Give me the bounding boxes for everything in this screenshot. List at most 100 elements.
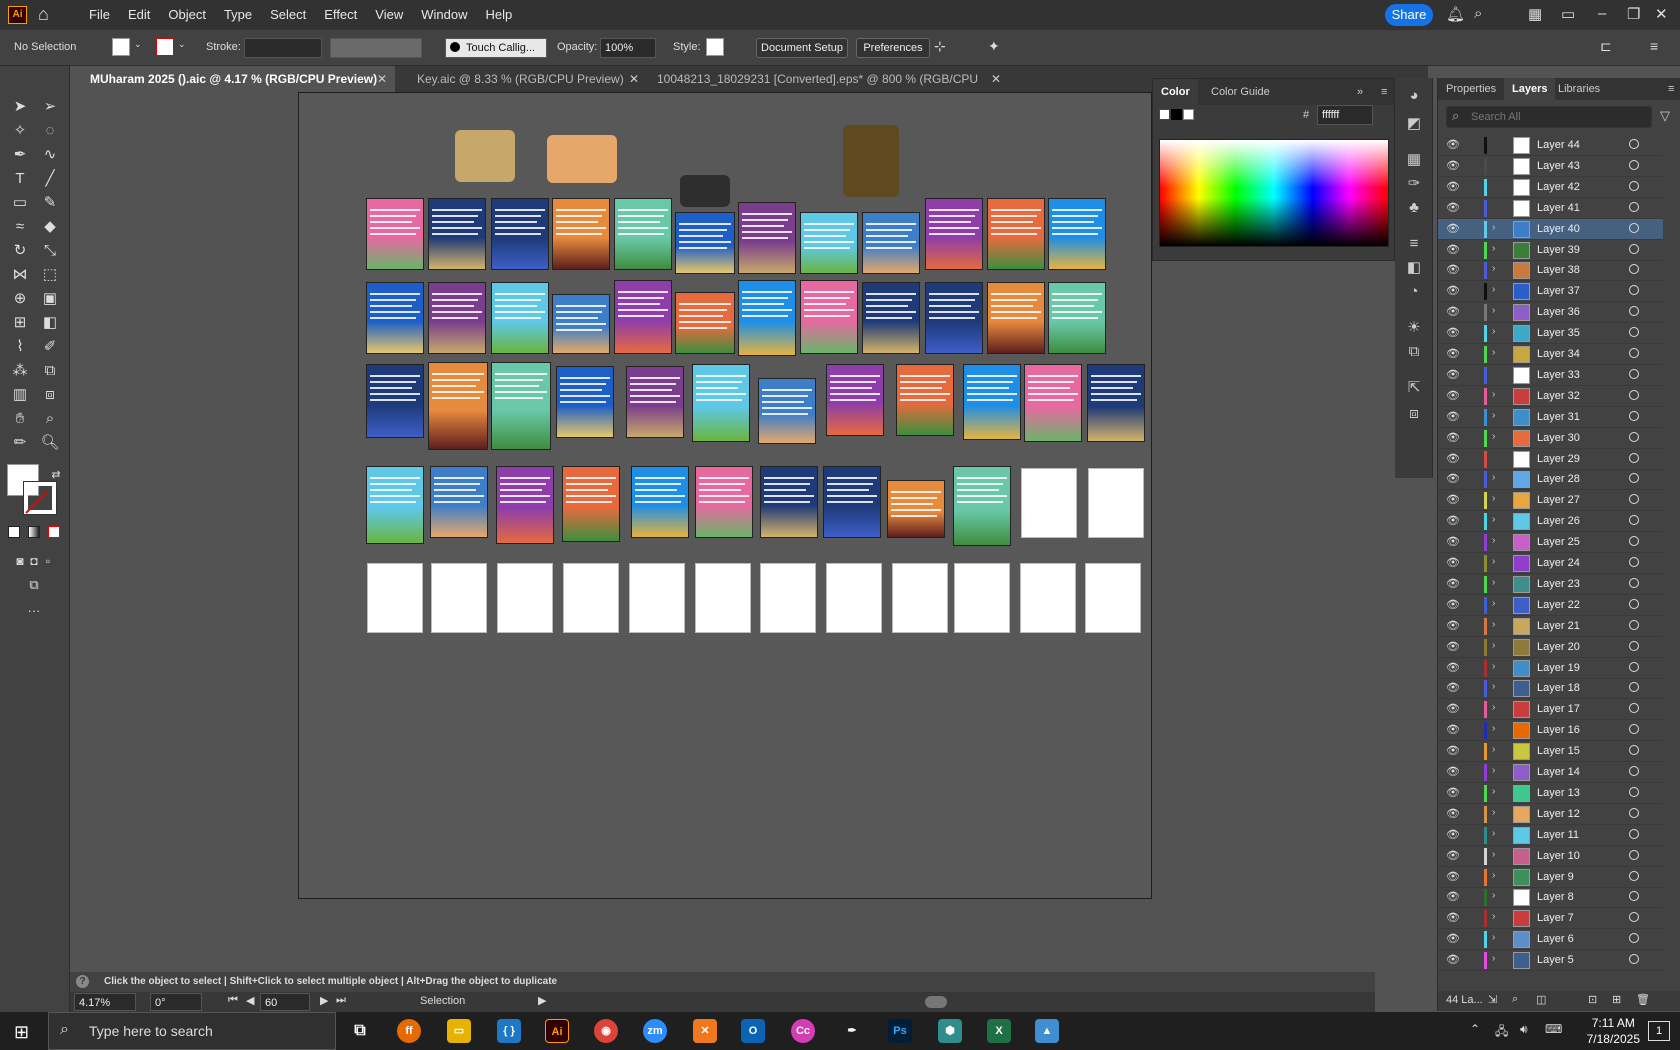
poster-card[interactable] [823, 466, 881, 538]
target-circle-icon[interactable] [1629, 745, 1639, 756]
free-transform-icon[interactable]: ⬚ [38, 264, 62, 286]
poster-card[interactable] [675, 292, 735, 354]
target-circle-icon[interactable] [1629, 828, 1639, 839]
color-guide-icon[interactable]: ◩ [1404, 114, 1424, 134]
eye-icon[interactable]: 👁︎ [1446, 619, 1460, 632]
swap-colors-icon[interactable]: ⇄ [44, 464, 68, 486]
tab-properties[interactable]: Properties [1438, 78, 1504, 100]
eye-icon[interactable]: 👁︎ [1446, 347, 1460, 360]
none-mode-icon[interactable] [48, 526, 60, 538]
arrange-icon[interactable]: ▭ [1561, 5, 1575, 23]
target-circle-icon[interactable] [1629, 682, 1639, 693]
eye-icon[interactable]: 👁︎ [1446, 807, 1460, 820]
menu-type[interactable]: Type [215, 0, 261, 30]
target-circle-icon[interactable] [1629, 954, 1639, 965]
layer-row[interactable]: 👁︎ › Layer 39 [1438, 240, 1663, 261]
export-icon[interactable]: ⇱ [1404, 378, 1424, 398]
layer-row[interactable]: 👁︎ › Layer 9 [1438, 867, 1663, 888]
poster-card[interactable] [925, 198, 983, 270]
empty-artboard[interactable] [954, 563, 1010, 633]
target-circle-icon[interactable] [1629, 640, 1639, 651]
layer-row[interactable]: 👁︎ › Layer 16 [1438, 720, 1663, 742]
chevron-right-icon[interactable]: › [1492, 431, 1495, 442]
eye-icon[interactable]: 👁︎ [1446, 786, 1460, 799]
layer-row[interactable]: 👁︎ Layer 42 [1438, 177, 1663, 198]
layer-row[interactable]: 👁︎ › Layer 17 [1438, 699, 1663, 721]
poster-card[interactable] [366, 364, 424, 438]
pen-tool-icon[interactable]: ✒ [8, 144, 32, 166]
poster-card[interactable] [428, 282, 486, 354]
search-icon[interactable]: ⌕ [1474, 5, 1482, 22]
next-artboard-icon[interactable]: ▶ [320, 994, 328, 1007]
poster-card[interactable] [987, 198, 1045, 270]
network-icon[interactable]: 🖧︎ [1495, 1022, 1508, 1043]
taskbar-search[interactable]: Type here to search [48, 1012, 336, 1050]
taskbar-clock[interactable]: 7:11 AM 7/18/2025 [1587, 1015, 1640, 1047]
layer-row[interactable]: 👁︎ › Layer 35 [1438, 323, 1663, 345]
color-spectrum[interactable] [1159, 139, 1389, 247]
eye-icon[interactable]: 👁︎ [1446, 911, 1460, 924]
magic-wand-icon[interactable]: ✧ [8, 120, 32, 142]
target-circle-icon[interactable] [1629, 389, 1639, 400]
layer-row[interactable]: 👁︎ › Layer 13 [1438, 783, 1663, 804]
target-circle-icon[interactable] [1629, 661, 1639, 672]
layer-row[interactable]: 👁︎ › Layer 5 [1438, 950, 1663, 972]
layer-row[interactable]: 👁︎ › Layer 15 [1438, 741, 1663, 763]
target-circle-icon[interactable] [1629, 327, 1639, 338]
menu-help[interactable]: Help [476, 0, 521, 30]
empty-artboard[interactable] [892, 563, 948, 633]
eye-icon[interactable]: 👁︎ [1446, 431, 1460, 444]
layer-row[interactable]: 👁︎ › Layer 19 [1438, 658, 1663, 679]
chevron-right-icon[interactable]: › [1492, 640, 1495, 651]
poster-card[interactable] [1087, 364, 1145, 442]
chevron-right-icon[interactable]: › [1492, 890, 1495, 901]
pencil-icon[interactable]: ✏ [8, 432, 32, 454]
workspace-icon[interactable]: ▦ [1528, 5, 1542, 23]
empty-artboard[interactable] [629, 563, 685, 633]
swatches-icon[interactable]: ▦ [1404, 150, 1424, 170]
firefox-icon[interactable]: ff [397, 1019, 421, 1043]
tab-color-guide[interactable]: Color Guide [1203, 79, 1278, 105]
direct-selection-tool-icon[interactable]: ➢ [38, 96, 62, 118]
empty-artboard[interactable] [1085, 563, 1141, 633]
document-setup-button[interactable]: Document Setup [756, 38, 848, 58]
eye-icon[interactable]: 👁︎ [1446, 828, 1460, 841]
align-icon[interactable]: ⊹ [934, 38, 946, 55]
layer-row[interactable]: 👁︎ › Layer 23 [1438, 574, 1663, 595]
restore-icon[interactable]: ❐ [1627, 5, 1640, 23]
chevron-right-icon[interactable]: › [1492, 514, 1495, 525]
symbol-sprayer-icon[interactable]: ⁂ [8, 360, 32, 382]
target-circle-icon[interactable] [1629, 807, 1639, 818]
eye-icon[interactable]: 👁︎ [1446, 263, 1460, 276]
poster-card[interactable] [496, 466, 554, 544]
layer-row[interactable]: 👁︎ › Layer 28 [1438, 469, 1663, 491]
chevron-right-icon[interactable]: › [1492, 493, 1495, 504]
tray-chevron-icon[interactable]: ⌃ [1470, 1022, 1480, 1036]
layer-row[interactable]: 👁︎ › Layer 30 [1438, 428, 1663, 449]
bell-icon[interactable]: 🔔︎ [1446, 5, 1465, 23]
menu-window[interactable]: Window [412, 0, 476, 30]
windows-start-icon[interactable]: ⊞ [14, 1022, 29, 1043]
layer-row[interactable]: 👁︎ › Layer 6 [1438, 929, 1663, 951]
layer-row[interactable]: 👁︎ Layer 43 [1438, 156, 1663, 177]
paintbrush-icon[interactable]: ✎ [38, 192, 62, 214]
locate-object-icon[interactable]: ⌕ [1512, 993, 1518, 1006]
zoom-field[interactable]: 4.17% [74, 993, 136, 1011]
panel-menu-icon[interactable]: ≡ [1660, 78, 1680, 100]
fill-swatch[interactable] [112, 38, 130, 56]
chevron-right-icon[interactable]: › [1492, 326, 1495, 337]
minimize-icon[interactable]: – [1598, 5, 1606, 22]
empty-artboard[interactable] [563, 563, 619, 633]
target-circle-icon[interactable] [1629, 285, 1639, 296]
layer-row[interactable]: 👁︎ › Layer 34 [1438, 344, 1663, 365]
artboard-field[interactable]: 60 [260, 993, 310, 1011]
empty-artboard[interactable] [695, 563, 751, 633]
outlook-icon[interactable]: O [741, 1019, 765, 1043]
menu-object[interactable]: Object [159, 0, 215, 30]
volume-icon[interactable]: 🔊︎ [1520, 1022, 1528, 1037]
file-explorer-icon[interactable]: ▭ [447, 1019, 471, 1043]
chevron-right-icon[interactable]: › [1492, 849, 1495, 860]
chevron-right-icon[interactable]: › [1492, 702, 1495, 713]
chevron-right-icon[interactable]: › [1492, 305, 1495, 316]
layer-row[interactable]: 👁︎ Layer 44 [1438, 135, 1663, 156]
